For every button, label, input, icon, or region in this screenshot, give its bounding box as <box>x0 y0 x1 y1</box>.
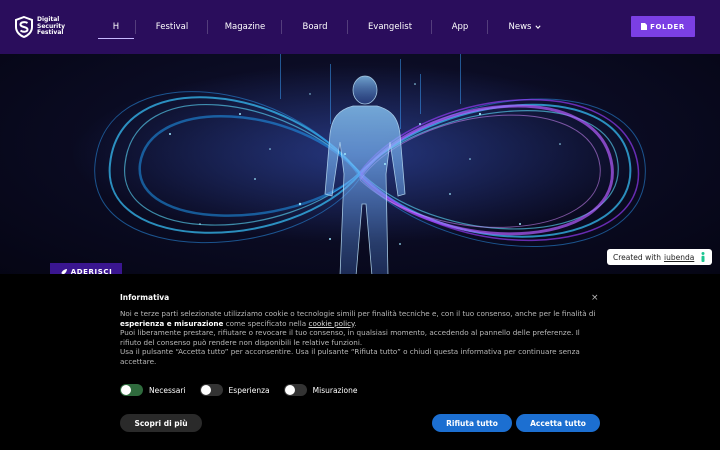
nav-item-label: Board <box>302 22 328 32</box>
hero-banner <box>0 54 720 276</box>
logo-text: Digital Security Festival <box>37 17 65 37</box>
page: Digital Security Festival H Festival Mag… <box>0 0 720 450</box>
cookie-description: Noi e terze parti selezionate utilizziam… <box>120 309 600 367</box>
shield-logo-icon <box>15 16 33 38</box>
nav-item-label: Evangelist <box>367 22 413 32</box>
iubenda-logo-icon <box>701 252 705 262</box>
nav-item-news[interactable]: News <box>488 0 562 54</box>
iubenda-badge[interactable]: Created with iubenda <box>607 249 712 265</box>
toggle-label: Necessari <box>149 385 186 395</box>
logo-line-3: Festival <box>37 29 64 37</box>
cookie-text-buttons: Usa il pulsante “Accetta tutto” per acco… <box>120 347 580 366</box>
accept-all-button[interactable]: Accetta tutto <box>516 414 600 432</box>
cookie-policy-link[interactable]: cookie policy <box>309 319 355 328</box>
nav-item-label: News <box>508 22 532 32</box>
cookie-text-revoke: Puoi liberamente prestare, rifiutare o r… <box>120 328 580 347</box>
toggle-knob <box>121 385 131 395</box>
iubenda-link[interactable]: iubenda <box>664 253 694 262</box>
main-menu: H Festival Magazine Board Evangelist App <box>96 0 562 54</box>
nav-item-label: App <box>451 22 469 32</box>
site-logo[interactable]: Digital Security Festival <box>14 16 65 38</box>
folder-button[interactable]: FOLDER <box>631 16 695 37</box>
nav-item-festival[interactable]: Festival <box>136 0 208 54</box>
toggle-label: Misurazione <box>312 385 358 395</box>
cookie-text-intro: Noi e terze parti selezionate utilizziam… <box>120 309 596 318</box>
nav-item-evangelist[interactable]: Evangelist <box>348 0 432 54</box>
nav-item-board[interactable]: Board <box>282 0 348 54</box>
nav-item-label: Magazine <box>224 22 266 32</box>
folder-button-label: FOLDER <box>650 22 685 31</box>
nav-item-label: H <box>112 22 120 32</box>
learn-more-button[interactable]: Scopri di più <box>120 414 202 432</box>
nav-item-app[interactable]: App <box>432 0 488 54</box>
toggle-knob <box>200 385 211 395</box>
cookie-title: Informativa <box>120 293 170 302</box>
toggle-label: Esperienza <box>228 385 270 395</box>
nav-item-home[interactable]: H <box>96 0 136 54</box>
cookie-text-end: . <box>354 318 357 328</box>
top-navigation: Digital Security Festival H Festival Mag… <box>0 0 720 54</box>
iubenda-prefix: Created with <box>613 252 661 262</box>
close-icon[interactable]: × <box>591 293 599 303</box>
toggle-experience-switch[interactable] <box>199 384 223 396</box>
toggle-necessary-switch[interactable] <box>120 384 143 396</box>
toggle-necessary: Necessari <box>120 384 186 396</box>
toggle-experience: Esperienza <box>199 384 270 396</box>
cookie-text-mid: come specificato nella <box>225 318 307 328</box>
nav-item-label: Festival <box>155 22 189 32</box>
nav-item-magazine[interactable]: Magazine <box>208 0 282 54</box>
hero-artwork <box>0 54 720 276</box>
cookie-text-purposes: esperienza e misurazione <box>120 318 224 328</box>
toggle-measurement: Misurazione <box>283 384 358 396</box>
toggle-measurement-switch[interactable] <box>283 384 307 396</box>
chevron-down-icon <box>535 25 542 30</box>
toggle-knob <box>284 385 295 395</box>
consent-toggles: Necessari Esperienza Misurazione <box>120 383 372 397</box>
reject-all-button[interactable]: Rifiuta tutto <box>432 414 512 432</box>
document-icon <box>641 23 648 30</box>
